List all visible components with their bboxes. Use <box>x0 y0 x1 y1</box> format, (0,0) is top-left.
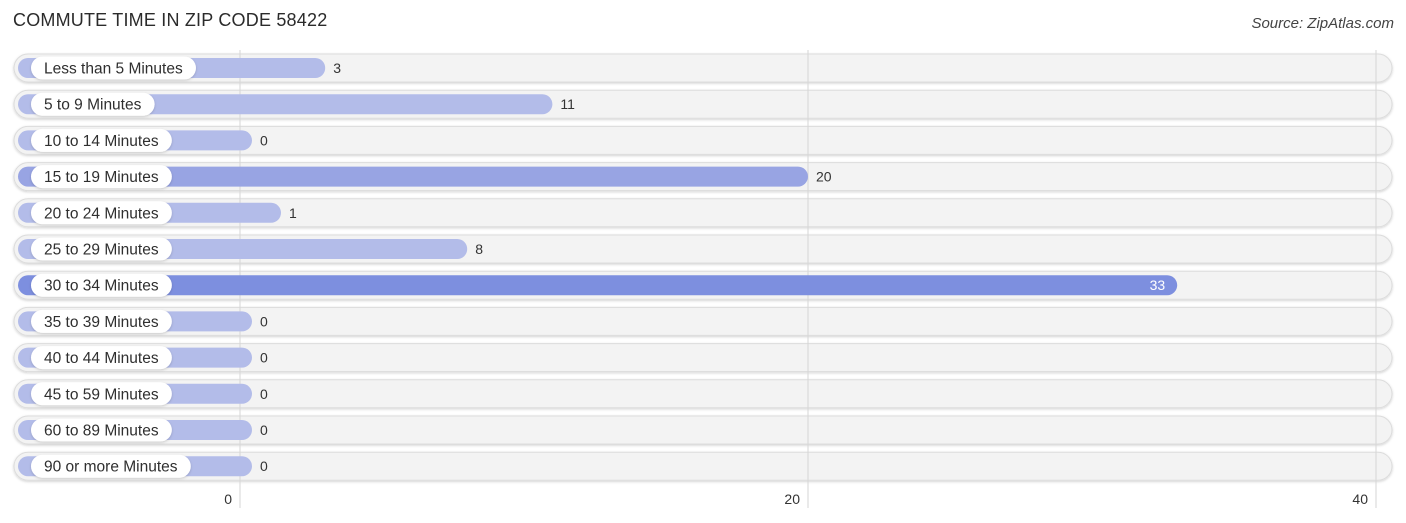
category-label: 60 to 89 Minutes <box>44 423 159 440</box>
category-label: 10 to 14 Minutes <box>44 133 159 150</box>
value-label: 0 <box>260 313 268 329</box>
category-label: 90 or more Minutes <box>44 459 178 476</box>
value-label: 0 <box>260 386 268 402</box>
value-label: 0 <box>260 458 268 474</box>
category-label: 15 to 19 Minutes <box>44 169 159 186</box>
category-label: Less than 5 Minutes <box>44 61 183 78</box>
x-tick-label: 0 <box>224 491 232 507</box>
category-label: 30 to 34 Minutes <box>44 278 159 295</box>
category-label: 40 to 44 Minutes <box>44 350 159 367</box>
value-label: 0 <box>260 132 268 148</box>
x-tick-label: 40 <box>1352 491 1368 507</box>
value-label: 33 <box>1150 277 1166 293</box>
bar[interactable] <box>18 275 1178 296</box>
category-label: 25 to 29 Minutes <box>44 242 159 259</box>
category-label: 45 to 59 Minutes <box>44 386 159 403</box>
value-label: 8 <box>475 241 483 257</box>
bar-chart: Less than 5 Minutes 3 5 to 9 Minutes 11 10 t… <box>13 50 1393 508</box>
category-label: 5 to 9 Minutes <box>44 97 142 114</box>
x-tick-label: 20 <box>784 491 800 507</box>
category-label: 20 to 24 Minutes <box>44 205 159 222</box>
value-label: 0 <box>260 350 268 366</box>
value-label: 20 <box>816 169 832 185</box>
category-label: 35 to 39 Minutes <box>44 314 159 331</box>
value-label: 0 <box>260 422 268 438</box>
value-label: 1 <box>289 205 297 221</box>
value-label: 3 <box>333 60 341 76</box>
value-label: 11 <box>560 96 575 112</box>
